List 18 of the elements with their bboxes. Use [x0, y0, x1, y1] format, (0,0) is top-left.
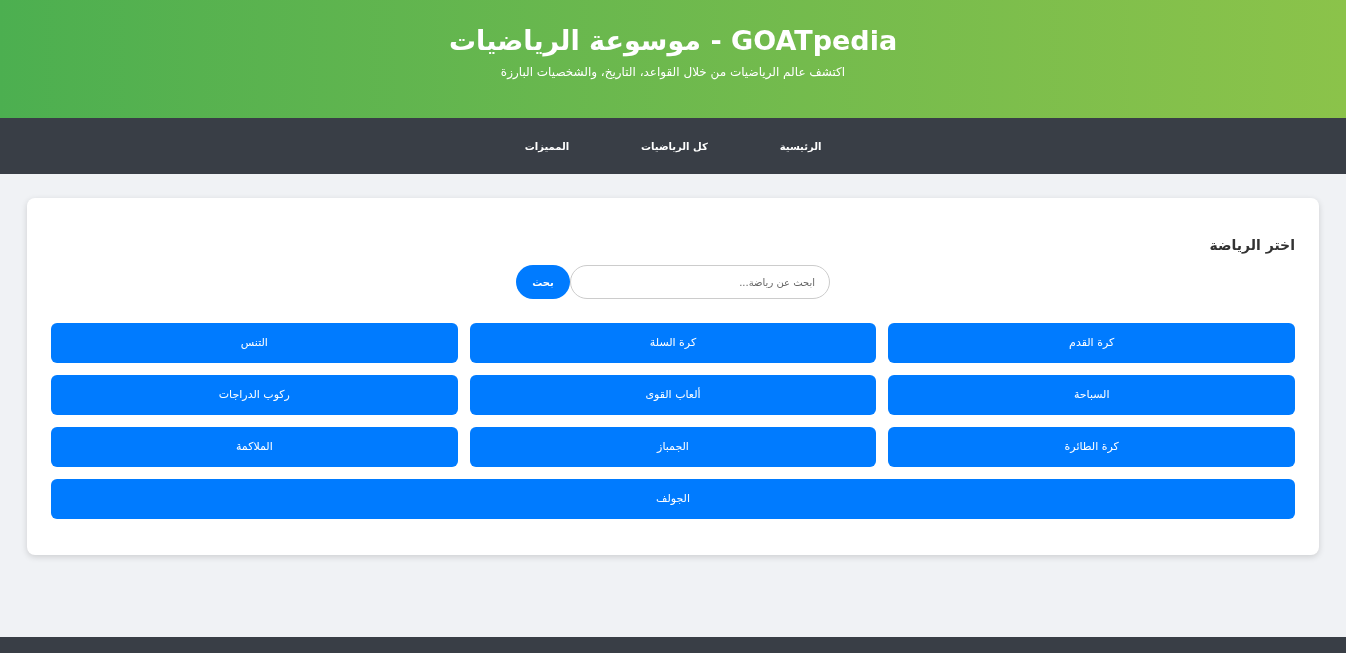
sport-button[interactable]: كرة القدم: [888, 323, 1295, 363]
sport-button[interactable]: الجمباز: [469, 427, 877, 467]
nav-link[interactable]: الرئيسية: [765, 132, 836, 160]
site-title: GOATpedia - موسوعة الرياضيات: [448, 24, 898, 59]
sport-button[interactable]: التنس: [51, 323, 458, 363]
sport-button[interactable]: السباحة: [888, 375, 1295, 415]
sport-button[interactable]: كرة السلة: [469, 323, 877, 363]
sport-button[interactable]: ألعاب القوى: [469, 375, 877, 415]
sport-button[interactable]: الجولف: [51, 479, 1295, 519]
search-field[interactable]: ابحث عن رياضة...: [570, 265, 830, 299]
search-button[interactable]: بحث: [516, 265, 570, 299]
nav-link[interactable]: المميزات: [510, 132, 584, 160]
site-subtitle: اكتشف عالم الرياضيات من خلال القواعد، التاريخ، والشخصيات البارزة: [500, 64, 846, 81]
section-heading: اختر الرياضة: [1208, 236, 1295, 254]
sport-button[interactable]: ركوب الدراجات: [51, 375, 458, 415]
sport-button[interactable]: الملاكمة: [51, 427, 458, 467]
sport-button[interactable]: كرة الطائرة: [888, 427, 1295, 467]
nav-link[interactable]: كل الرياضيات: [627, 132, 722, 160]
